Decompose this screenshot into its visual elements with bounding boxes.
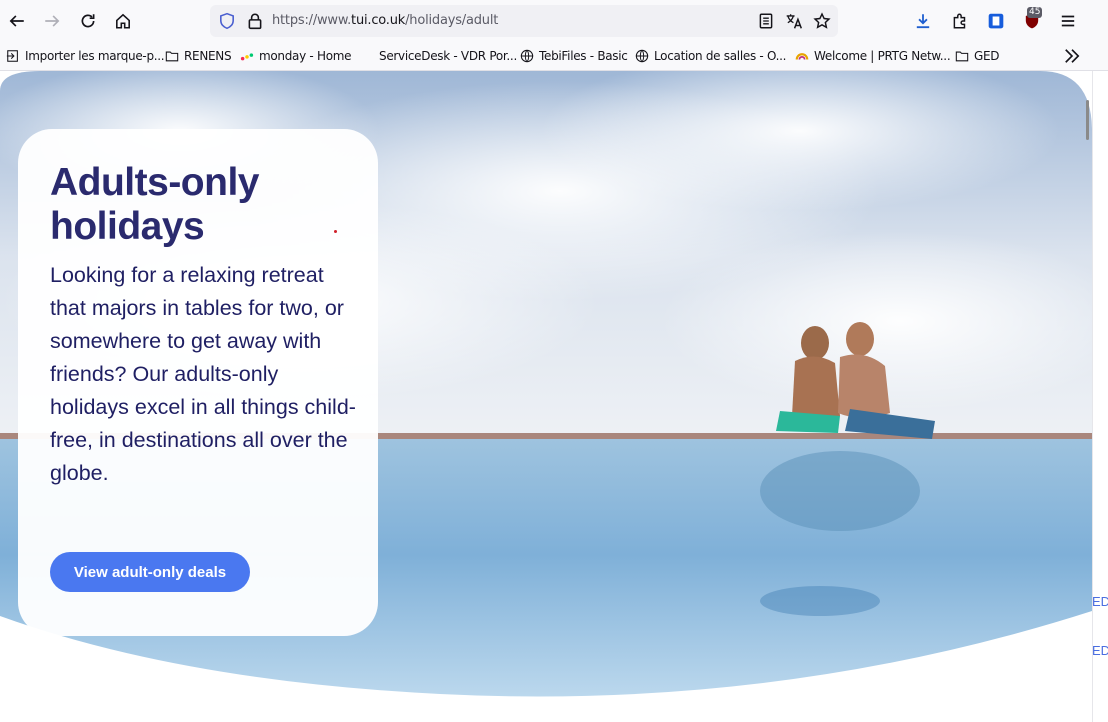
extension-badge: 45 — [1027, 7, 1043, 18]
blank-icon — [360, 49, 374, 63]
url-path: /holidays/adult — [405, 13, 499, 28]
bookmarks-bar: Importer les marque-p... RENENS monday -… — [0, 42, 1108, 71]
scrollbar[interactable] — [1092, 71, 1108, 722]
bookmark-servicedesk[interactable]: ServiceDesk - VDR Por... — [360, 47, 517, 65]
bookmark-import[interactable]: Importer les marque-p... — [6, 47, 165, 65]
shield-icon[interactable] — [218, 12, 236, 30]
home-button[interactable] — [110, 8, 136, 34]
edge-text-1: ED — [1092, 594, 1108, 609]
bookmark-location-salles[interactable]: Location de salles - O... — [635, 47, 786, 65]
reload-button[interactable] — [75, 8, 101, 34]
decorative-dot — [334, 230, 337, 233]
bookmark-label: monday - Home — [259, 49, 352, 63]
folder-icon — [955, 51, 969, 62]
bookmark-label: Welcome | PRTG Netw... — [814, 49, 951, 63]
extensions-button[interactable] — [947, 8, 973, 34]
bookmark-label: GED — [974, 49, 1000, 63]
reader-view-icon[interactable] — [757, 12, 775, 30]
download-icon — [916, 14, 930, 29]
bookmark-prtg[interactable]: Welcome | PRTG Netw... — [795, 47, 951, 65]
arrow-left-icon — [9, 15, 24, 27]
bookmark-label: Location de salles - O... — [654, 49, 787, 63]
bookmark-label: RENENS — [184, 49, 232, 63]
arrow-right-icon — [45, 15, 60, 27]
hamburger-menu-icon — [1061, 15, 1075, 27]
lock-icon[interactable] — [246, 12, 264, 30]
hero-title: Adults-only holidays — [50, 161, 259, 248]
translate-icon[interactable] — [785, 12, 803, 30]
browser-toolbar: https://www.tui.co.uk/holidays/adult 45 — [0, 0, 1108, 42]
bookmark-label: Importer les marque-p... — [25, 49, 165, 63]
globe-icon — [635, 49, 649, 63]
url-bar[interactable]: https://www.tui.co.uk/holidays/adult — [210, 5, 838, 37]
edge-text-2: ED — [1092, 643, 1108, 658]
import-icon — [6, 50, 18, 62]
monday-icon — [240, 53, 254, 61]
bitwarden-extension-button[interactable] — [983, 8, 1009, 34]
url-text[interactable]: https://www.tui.co.uk/holidays/adult — [272, 13, 498, 28]
puzzle-icon — [953, 13, 966, 29]
bookmark-ged[interactable]: GED — [955, 47, 1000, 65]
url-domain: tui.co.uk — [351, 13, 406, 28]
bookmark-label: TebiFiles - Basic — [539, 49, 628, 63]
bookmark-label: ServiceDesk - VDR Por... — [379, 49, 517, 63]
hero-card: Adults-only holidays Looking for a relax… — [18, 129, 378, 636]
prtg-icon — [795, 53, 809, 60]
hero-description: Looking for a relaxing retreat that majo… — [50, 263, 356, 485]
chevron-double-right-icon[interactable] — [1062, 46, 1082, 66]
view-deals-button[interactable]: View adult-only deals — [50, 552, 250, 592]
downloads-button[interactable] — [910, 8, 936, 34]
back-button[interactable] — [4, 8, 30, 34]
bookmark-monday[interactable]: monday - Home — [240, 47, 352, 65]
menu-button[interactable] — [1055, 8, 1081, 34]
bookmark-renens[interactable]: RENENS — [165, 47, 232, 65]
folder-icon — [165, 51, 179, 62]
star-icon[interactable] — [813, 12, 831, 30]
reload-icon — [81, 14, 95, 28]
bitwarden-icon — [988, 13, 1004, 29]
scroll-thumb[interactable] — [1086, 100, 1089, 140]
page-content: Adults-only holidays Looking for a relax… — [0, 71, 1092, 722]
forward-button[interactable] — [39, 8, 65, 34]
url-prefix: https://www. — [272, 13, 352, 28]
globe-icon — [520, 49, 534, 63]
home-icon — [116, 13, 130, 29]
bookmark-tebifiles[interactable]: TebiFiles - Basic — [520, 47, 628, 65]
